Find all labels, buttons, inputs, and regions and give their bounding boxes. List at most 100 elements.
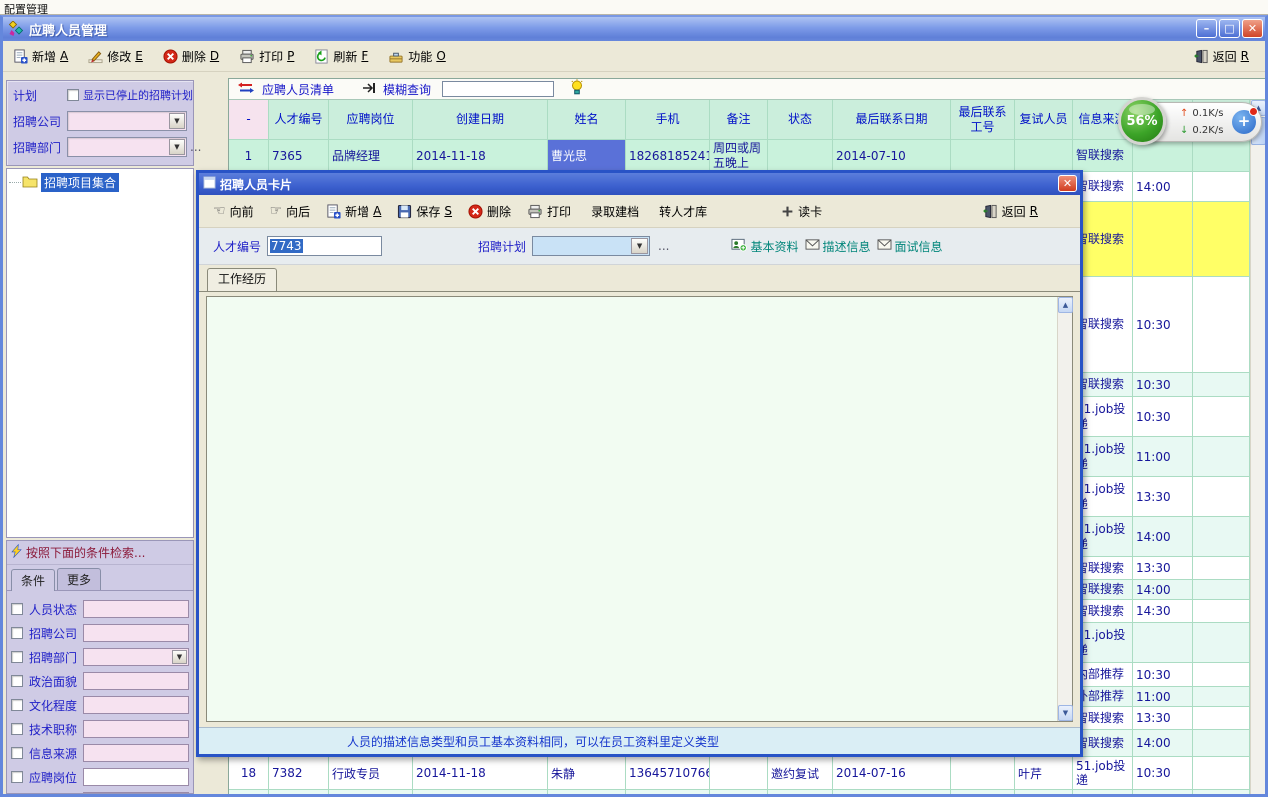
interview-info-link[interactable]: 面试信息 bbox=[877, 238, 943, 255]
table-cell[interactable] bbox=[1193, 663, 1250, 687]
table-cell[interactable]: 邀约复试 bbox=[768, 757, 833, 790]
plan-more-button[interactable]: ... bbox=[658, 239, 669, 253]
memory-usage-ball[interactable]: 56% bbox=[1118, 97, 1166, 145]
table-cell[interactable]: 周四或周五晚上 bbox=[710, 140, 768, 172]
filter-field[interactable]: ▼ bbox=[83, 792, 189, 794]
table-cell[interactable] bbox=[1193, 277, 1250, 373]
read-card-button[interactable]: 读卡 bbox=[781, 203, 822, 220]
table-cell[interactable] bbox=[626, 790, 710, 794]
table-cell[interactable]: 14:00 bbox=[1133, 517, 1193, 557]
close-button[interactable]: ✕ bbox=[1242, 19, 1263, 38]
table-cell[interactable] bbox=[1193, 397, 1250, 437]
table-cell[interactable]: 13:30 bbox=[1133, 557, 1193, 580]
table-cell[interactable]: 1 bbox=[229, 140, 269, 172]
show-stopped-plans-checkbox[interactable] bbox=[67, 89, 79, 101]
filter-field[interactable] bbox=[83, 672, 189, 690]
minimize-button[interactable]: – bbox=[1196, 19, 1217, 38]
toolbar-edit-button[interactable]: 修改E bbox=[88, 48, 143, 65]
dialog-to-talent-pool-button[interactable]: 转人才库 bbox=[655, 203, 707, 220]
table-cell[interactable]: 朱静 bbox=[548, 757, 626, 790]
table-cell[interactable] bbox=[768, 790, 833, 794]
column-header[interactable]: 备注 bbox=[710, 100, 768, 140]
table-cell[interactable] bbox=[1193, 517, 1250, 557]
column-header[interactable]: 人才编号 bbox=[269, 100, 329, 140]
table-cell[interactable] bbox=[1133, 790, 1193, 794]
dialog-delete-button[interactable]: 删除 bbox=[468, 203, 511, 220]
chevron-down-icon[interactable]: ▼ bbox=[631, 238, 648, 254]
table-cell[interactable]: 13645710766 bbox=[626, 757, 710, 790]
table-cell[interactable]: 2014-07-10 bbox=[833, 140, 951, 172]
work-experience-textarea[interactable]: ▲ ▼ bbox=[206, 296, 1073, 722]
dialog-hire-archive-button[interactable]: 录取建档 bbox=[587, 203, 639, 220]
table-cell[interactable] bbox=[951, 790, 1015, 794]
filter-field[interactable]: ▼ bbox=[83, 648, 189, 666]
table-cell[interactable] bbox=[1193, 757, 1250, 790]
toolbar-print-button[interactable]: 打印P bbox=[239, 48, 294, 65]
table-cell[interactable]: 10:30 bbox=[1133, 757, 1193, 790]
table-cell[interactable] bbox=[1193, 202, 1250, 277]
column-header[interactable]: 手机 bbox=[626, 100, 710, 140]
chevron-down-icon[interactable]: ▼ bbox=[172, 650, 187, 664]
dialog-next-button[interactable]: ☞向后 bbox=[270, 203, 311, 220]
table-cell[interactable] bbox=[1133, 623, 1193, 663]
table-cell[interactable] bbox=[1193, 373, 1250, 397]
filter-checkbox[interactable] bbox=[11, 771, 23, 783]
describe-info-link[interactable]: 描述信息 bbox=[805, 238, 871, 255]
scroll-down-icon[interactable]: ▼ bbox=[1058, 705, 1073, 721]
filter-checkbox[interactable] bbox=[11, 723, 23, 735]
column-header[interactable]: 状态 bbox=[768, 100, 833, 140]
tree-item-project-set[interactable]: 招聘项目集合 bbox=[9, 173, 191, 192]
table-cell[interactable]: 2014-07-16 bbox=[833, 757, 951, 790]
column-header[interactable]: 应聘岗位 bbox=[329, 100, 413, 140]
table-cell[interactable]: 51.job投递 bbox=[1073, 757, 1133, 790]
tab-condition[interactable]: 条件 bbox=[11, 569, 55, 591]
tab-more[interactable]: 更多 bbox=[57, 568, 101, 590]
table-cell[interactable] bbox=[1193, 687, 1250, 707]
table-cell[interactable] bbox=[833, 790, 951, 794]
column-header[interactable]: 姓名 bbox=[548, 100, 626, 140]
dialog-back-button[interactable]: 返回R bbox=[983, 203, 1038, 220]
vertical-scrollbar[interactable]: ▲ bbox=[1250, 100, 1265, 794]
table-cell[interactable] bbox=[1193, 600, 1250, 623]
table-cell[interactable] bbox=[710, 790, 768, 794]
network-speed-widget[interactable]: ↑0.1K/s ↓0.2K/s 56% + bbox=[1118, 96, 1264, 150]
table-cell[interactable] bbox=[269, 790, 329, 794]
dialog-save-button[interactable]: 保存S bbox=[397, 203, 452, 220]
recruit-plan-dropdown[interactable]: ▼ bbox=[532, 236, 650, 256]
table-cell[interactable]: 2014-11-18 bbox=[413, 140, 548, 172]
dialog-print-button[interactable]: 打印 bbox=[527, 203, 571, 220]
table-cell[interactable]: 10:30 bbox=[1133, 277, 1193, 373]
dialog-prev-button[interactable]: ☜向前 bbox=[213, 203, 254, 220]
filter-field[interactable] bbox=[83, 600, 189, 618]
filter-field[interactable] bbox=[83, 768, 189, 786]
filter-checkbox[interactable] bbox=[11, 675, 23, 687]
filter-checkbox[interactable] bbox=[11, 651, 23, 663]
table-row[interactable]: 17365品牌经理2014-11-18曹光思18268185241周四或周五晚上… bbox=[229, 140, 1250, 172]
table-cell[interactable] bbox=[710, 757, 768, 790]
maximize-button[interactable]: □ bbox=[1219, 19, 1240, 38]
dept-more-button[interactable]: ... bbox=[190, 140, 201, 154]
table-cell[interactable] bbox=[768, 140, 833, 172]
filter-field[interactable] bbox=[83, 720, 189, 738]
table-cell[interactable]: 品牌经理 bbox=[329, 140, 413, 172]
table-cell[interactable]: 14:00 bbox=[1133, 730, 1193, 757]
table-cell[interactable]: 2014-11-18 bbox=[413, 757, 548, 790]
table-cell[interactable]: 曹光思 bbox=[548, 140, 626, 172]
column-header[interactable]: 最后联系工号 bbox=[951, 100, 1015, 140]
table-cell[interactable] bbox=[1015, 790, 1073, 794]
table-cell[interactable]: 行政专员 bbox=[329, 757, 413, 790]
table-cell[interactable] bbox=[1193, 437, 1250, 477]
table-cell[interactable] bbox=[1193, 707, 1250, 730]
talent-id-input[interactable]: 7743 bbox=[267, 236, 382, 256]
table-cell[interactable]: 11:00 bbox=[1133, 437, 1193, 477]
table-cell[interactable]: 叶芹 bbox=[1015, 757, 1073, 790]
back-button[interactable]: 返回R bbox=[1194, 48, 1249, 65]
tree-item-label[interactable]: 招聘项目集合 bbox=[41, 173, 119, 192]
table-cell[interactable]: 13:30 bbox=[1133, 707, 1193, 730]
table-cell[interactable] bbox=[329, 790, 413, 794]
table-cell[interactable] bbox=[1193, 790, 1250, 794]
table-row[interactable]: 187382行政专员2014-11-18朱静13645710766邀约复试201… bbox=[229, 757, 1250, 790]
dialog-close-button[interactable]: ✕ bbox=[1058, 175, 1077, 192]
filter-checkbox[interactable] bbox=[11, 699, 23, 711]
filter-checkbox[interactable] bbox=[11, 747, 23, 759]
